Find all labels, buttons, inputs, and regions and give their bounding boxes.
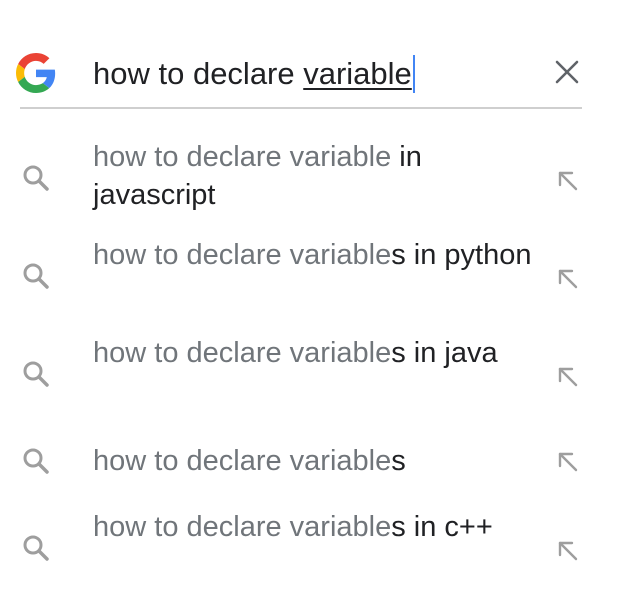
arrow-up-left-icon[interactable]	[551, 445, 583, 477]
search-bar[interactable]: how to declare variable	[0, 0, 640, 110]
suggestion-item[interactable]: how to declare variables	[0, 440, 640, 484]
suggestion-text: how to declare variables in java	[93, 334, 533, 372]
suggestion-match: how to declare variable	[93, 141, 392, 173]
search-input[interactable]: how to declare variable	[93, 52, 415, 96]
arrow-up-left-icon[interactable]	[551, 534, 583, 566]
suggestion-item[interactable]: how to declare variables in python	[0, 236, 640, 320]
arrow-up-left-icon[interactable]	[551, 262, 583, 294]
suggestion-match: how to declare variable	[93, 445, 392, 477]
google-g-icon	[16, 53, 56, 93]
suggestion-text: how to declare variables	[93, 442, 533, 480]
suggestion-item[interactable]: how to declare variables in c++	[0, 508, 640, 592]
suggestion-text: how to declare variables in python	[93, 236, 533, 274]
query-composing-word: variable	[303, 56, 412, 91]
suggestion-completion: s in python	[391, 239, 532, 271]
suggestion-completion: s in java	[391, 337, 498, 369]
suggestion-match: how to declare variable	[93, 511, 392, 543]
suggestion-text: how to declare variable in javascript	[93, 138, 533, 214]
close-icon[interactable]	[548, 53, 586, 91]
suggestion-text: how to declare variables in c++	[93, 508, 533, 546]
search-icon	[23, 448, 49, 474]
suggestion-item[interactable]: how to declare variables in java	[0, 334, 640, 418]
suggestion-match: how to declare variable	[93, 239, 392, 271]
suggestion-completion: s	[391, 445, 406, 477]
search-icon	[23, 361, 49, 387]
search-icon	[23, 165, 49, 191]
search-icon	[23, 263, 49, 289]
arrow-up-left-icon[interactable]	[551, 360, 583, 392]
arrow-up-left-icon[interactable]	[551, 164, 583, 196]
query-prefix: how to declare	[93, 56, 304, 91]
suggestion-item[interactable]: how to declare variable in javascript	[0, 138, 640, 222]
search-divider	[20, 107, 582, 109]
search-icon	[23, 535, 49, 561]
suggestion-completion: s in c++	[391, 511, 493, 543]
suggestion-match: how to declare variable	[93, 337, 392, 369]
text-caret	[412, 54, 415, 93]
